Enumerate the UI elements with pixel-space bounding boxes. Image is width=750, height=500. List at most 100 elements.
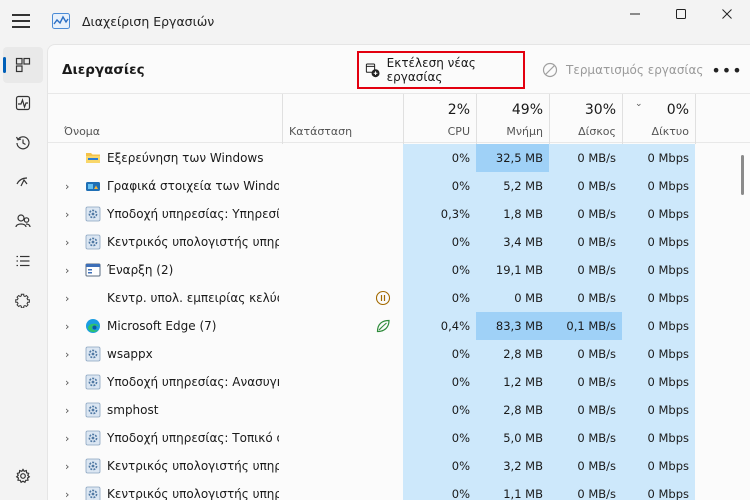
- column-network-label: Δίκτυο: [651, 125, 689, 138]
- disk-value: 0 MB/s: [549, 144, 622, 172]
- nav-app-history[interactable]: [3, 125, 43, 161]
- disk-value: 0 MB/s: [549, 256, 622, 284]
- column-name[interactable]: Όνομα: [48, 94, 282, 144]
- performance-icon: [15, 95, 31, 111]
- details-icon: [16, 255, 30, 267]
- expand-chevron-icon[interactable]: ›: [65, 236, 69, 249]
- service-gear-icon: [85, 486, 101, 500]
- network-value: 0 Mbps: [622, 228, 695, 256]
- nav-details[interactable]: [3, 243, 43, 279]
- network-value: 0 Mbps: [622, 368, 695, 396]
- column-memory[interactable]: 49% Μνήμη: [476, 94, 549, 144]
- paused-status-icon: [375, 290, 391, 306]
- disk-total: 30%: [584, 102, 616, 118]
- cpu-value: 0%: [403, 480, 476, 500]
- table-row[interactable]: › wsappx 0% 2,8 MB 0 MB/s 0 Mbps: [48, 340, 750, 368]
- expand-chevron-icon[interactable]: ›: [65, 488, 69, 500]
- table-row[interactable]: › Κεντρικός υπολογιστής υπηρεσιών 0%1,1 MB…: [48, 480, 750, 500]
- history-icon: [15, 136, 30, 150]
- service-gear-icon: [85, 206, 101, 222]
- network-total: 0%: [666, 102, 689, 118]
- prohibited-icon: [542, 62, 558, 78]
- table-row[interactable]: › Υποδοχή υπηρεσίας: Υπηρεσίες 0,3% 1,8 MB 0…: [48, 200, 750, 228]
- table-row[interactable]: › smphost 0% 2,8 MB 0 MB/s 0 Mbps: [48, 396, 750, 424]
- table-row[interactable]: › Έναρξη (2) 0% 19,1 MB 0 MB/s 0 Mbps: [48, 256, 750, 284]
- nav-users[interactable]: [3, 203, 43, 239]
- column-memory-label: Μνήμη: [506, 125, 543, 138]
- nav-settings[interactable]: [3, 458, 43, 494]
- column-status-label: Κατάσταση: [289, 125, 353, 138]
- nav-processes[interactable]: [3, 47, 43, 83]
- expand-chevron-icon[interactable]: ›: [65, 208, 69, 221]
- process-name: Έναρξη (2): [107, 263, 174, 277]
- memory-value: 3,4 MB: [476, 228, 549, 256]
- expand-chevron-icon[interactable]: ›: [65, 348, 69, 361]
- table-row[interactable]: › Κεντρικός υπολογιστής υπηρεσιών 0%3,2 MB…: [48, 452, 750, 480]
- nav-services[interactable]: [3, 282, 43, 318]
- minimize-button[interactable]: [612, 0, 658, 28]
- network-value: 0 Mbps: [622, 200, 695, 228]
- expand-chevron-icon[interactable]: ›: [65, 404, 69, 417]
- network-value: 0 Mbps: [622, 256, 695, 284]
- table-row[interactable]: ›Κεντρ. υπολ. εμπειρίας κελύφους0%0 MB0 …: [48, 284, 750, 312]
- table-row[interactable]: › Κεντρικός υπολογιστής υπηρεσιών 0%3,4 MB…: [48, 228, 750, 256]
- network-value: 0 Mbps: [622, 284, 695, 312]
- column-disk-label: Δίσκος: [578, 125, 616, 138]
- column-spacer: [695, 94, 750, 144]
- cpu-value: 0%: [403, 144, 476, 172]
- close-button[interactable]: [704, 0, 750, 28]
- column-cpu[interactable]: 2% CPU: [403, 94, 476, 144]
- expand-chevron-icon[interactable]: ›: [65, 264, 69, 277]
- column-disk[interactable]: 30% Δίσκος: [549, 94, 622, 144]
- page-title: Διεργασίες: [62, 62, 145, 78]
- process-name: smphost: [107, 403, 159, 417]
- table-row[interactable]: Εξερεύνηση των Windows 0% 32,5 MB 0 MB/s 0 M…: [48, 144, 750, 172]
- service-gear-icon: [85, 430, 101, 446]
- column-network[interactable]: ⌄ 0% Δίκτυο: [622, 94, 695, 144]
- expand-chevron-icon[interactable]: ›: [65, 376, 69, 389]
- expand-chevron-icon[interactable]: ›: [65, 320, 69, 333]
- close-icon: [722, 9, 732, 19]
- process-name: Υποδοχή υπηρεσίας: Ανασυγκρότηση: [107, 375, 279, 389]
- expand-chevron-icon[interactable]: ›: [65, 180, 69, 193]
- run-new-task-button[interactable]: Εκτέλεση νέας εργασίας: [357, 51, 525, 89]
- hamburger-menu-icon[interactable]: [12, 14, 30, 28]
- table-row[interactable]: › Υποδοχή υπηρεσίας: Τοπικό σύστημα 0%5,0 …: [48, 424, 750, 452]
- cpu-value: 0,3%: [403, 200, 476, 228]
- vertical-scrollbar[interactable]: [741, 155, 744, 195]
- nav-active-indicator: [3, 57, 6, 73]
- maximize-button[interactable]: [658, 0, 704, 28]
- memory-value: 3,2 MB: [476, 452, 549, 480]
- processes-panel: Διεργασίες Εκτέλεση νέας εργασίας Τερματ…: [47, 44, 750, 500]
- widgets-icon: [86, 182, 100, 191]
- column-status[interactable]: Κατάσταση: [282, 94, 403, 144]
- end-task-button[interactable]: Τερματισμός εργασίας: [542, 59, 703, 81]
- run-new-task-label: Εκτέλεση νέας εργασίας: [386, 56, 476, 84]
- table-row[interactable]: › Γραφικά στοιχεία των Windows 0% 5,2 MB 0 M…: [48, 172, 750, 200]
- nav-performance[interactable]: [3, 85, 43, 121]
- process-name: Γραφικά στοιχεία των Windows: [107, 179, 279, 193]
- expand-chevron-icon[interactable]: ›: [65, 432, 69, 445]
- memory-value: 2,8 MB: [476, 340, 549, 368]
- expand-chevron-icon[interactable]: ›: [65, 460, 69, 473]
- process-name: Κεντρικός υπολογιστής υπηρεσιών: [107, 459, 279, 473]
- title-bar: Διαχείριση Εργασιών: [0, 0, 750, 44]
- table-row[interactable]: › Υποδοχή υπηρεσίας: Ανασυγκρότηση 0%1,2 M…: [48, 368, 750, 396]
- more-options-button[interactable]: •••: [711, 58, 741, 82]
- cpu-value: 0%: [403, 228, 476, 256]
- service-gear-icon: [85, 374, 101, 390]
- memory-value: 1,1 MB: [476, 480, 549, 500]
- run-new-task-icon: [365, 63, 380, 78]
- table-row[interactable]: › Microsoft Edge (7) 0,4% 83,3 MB 0,1 MB/s 0 …: [48, 312, 750, 340]
- process-name: Εξερεύνηση των Windows: [107, 151, 264, 165]
- cpu-value: 0%: [403, 172, 476, 200]
- disk-value: 0 MB/s: [549, 340, 622, 368]
- disk-value: 0 MB/s: [549, 284, 622, 312]
- users-icon: [15, 214, 31, 228]
- gear-icon: [15, 468, 31, 484]
- cpu-value: 0%: [403, 424, 476, 452]
- network-value: 0 Mbps: [622, 172, 695, 200]
- nav-startup[interactable]: [3, 164, 43, 200]
- expand-chevron-icon[interactable]: ›: [65, 292, 69, 305]
- process-name: Κεντρ. υπολ. εμπειρίας κελύφους: [107, 291, 279, 305]
